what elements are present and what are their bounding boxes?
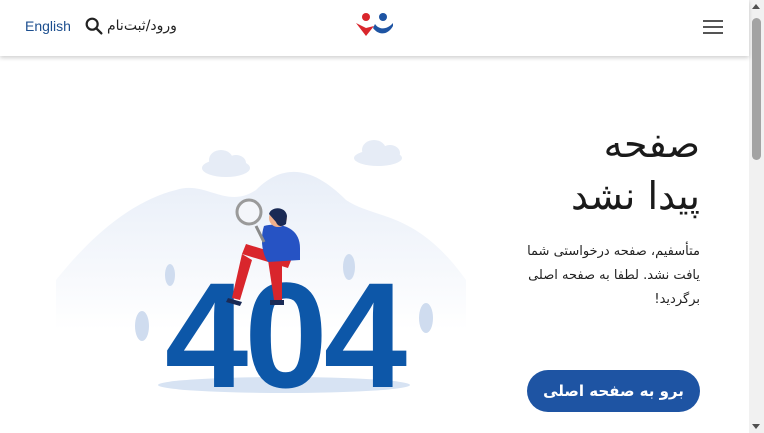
brand-logo[interactable] [355,12,395,40]
hamburger-menu-icon[interactable] [702,17,724,37]
login-register-label: ورود/ثبت‌نام [107,18,177,34]
cloud-left-icon [202,150,250,177]
login-register-link[interactable]: ورود/ثبت‌نام [83,15,177,37]
scrollbar-thumb[interactable] [752,18,761,160]
top-header: English ورود/ثبت‌نام [0,0,749,56]
search-icon[interactable] [83,15,105,37]
go-home-button[interactable]: برو به صفحه اصلی [527,370,700,412]
404-digits: 404 [165,251,407,400]
language-switch-link[interactable]: English [25,18,71,34]
page-title: صفحه پیدا نشد [460,118,700,222]
scroll-up-arrow-icon[interactable] [752,4,760,9]
page-scrollbar[interactable] [749,0,764,433]
404-illustration: 404 [56,140,466,400]
page-title-line1: صفحه [603,122,700,166]
page-title-line2: پیدا نشد [570,174,700,218]
scroll-down-arrow-icon[interactable] [752,424,760,429]
cloud-right-icon [354,140,402,166]
error-description: متأسفیم، صفحه درخواستی شما یافت نشد. لطف… [527,244,700,307]
